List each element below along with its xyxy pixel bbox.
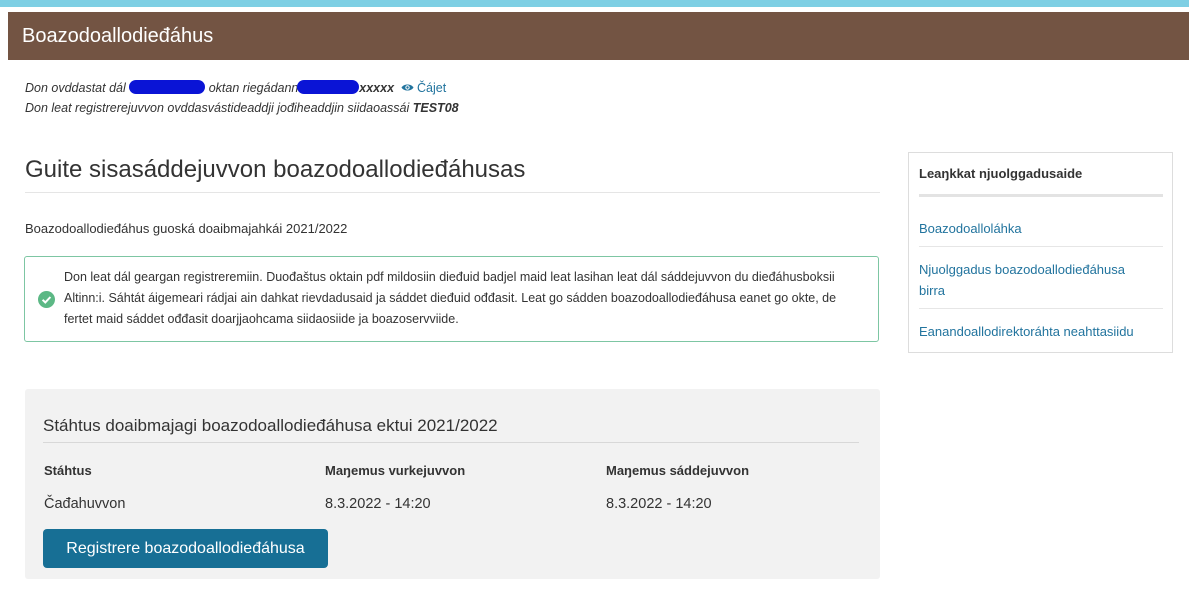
show-link[interactable]: Čájet bbox=[417, 81, 446, 95]
redacted-name bbox=[129, 80, 206, 94]
last-saved-header: Maŋemus vurkejuvvon bbox=[325, 463, 466, 478]
page-title: Guite sisasáddejuvvon boazodoallodieđáhu… bbox=[25, 156, 880, 193]
eye-icon[interactable] bbox=[401, 83, 414, 92]
registration-prefix: Don leat registrerejuvvon ovddasvástidea… bbox=[25, 101, 410, 115]
masked-id: xxxxx bbox=[359, 81, 395, 95]
page-header: Boazodoallodieđáhus bbox=[8, 12, 1189, 60]
status-header: Stáhtus bbox=[44, 463, 92, 478]
siida-code: TEST08 bbox=[412, 101, 459, 115]
links-sidebar: Leaŋkkat njuolggadusaide Boazodoalloláhk… bbox=[908, 152, 1173, 353]
registration-info: Don leat registrerejuvvon ovddasvástidea… bbox=[25, 101, 459, 115]
last-saved-value: 8.3.2022 - 14:20 bbox=[325, 496, 431, 512]
sidebar-divider bbox=[919, 246, 1163, 247]
redacted-id bbox=[297, 80, 360, 94]
success-notice: Don leat dál geargan registreremiin. Duo… bbox=[24, 256, 879, 342]
status-title: Stáhtus doaibmajagi boazodoallodieđáhusa… bbox=[43, 416, 859, 443]
status-panel: Stáhtus doaibmajagi boazodoallodieđáhusa… bbox=[25, 389, 880, 579]
last-sent-value: 8.3.2022 - 14:20 bbox=[606, 496, 712, 512]
notice-text: Don leat dál geargan registreremiin. Duo… bbox=[64, 270, 837, 326]
top-accent-bar bbox=[0, 0, 1189, 7]
register-button[interactable]: Registrere boazodoallodieđáhusa bbox=[43, 529, 328, 568]
sidebar-link-reindeer-act[interactable]: Boazodoalloláhka bbox=[919, 218, 1153, 239]
period-text: Boazodoallodieđáhus guoská doaibmajahkái… bbox=[25, 221, 348, 236]
sidebar-link-directorate[interactable]: Eanandoallodirektoráhta neahttasiidu bbox=[919, 321, 1153, 342]
page-header-title: Boazodoallodieđáhus bbox=[22, 25, 214, 47]
check-circle-icon bbox=[38, 291, 55, 308]
status-value: Čađahuvvon bbox=[44, 496, 126, 512]
representation-info: Don ovddastat dál oktan riegádannummárii… bbox=[25, 80, 446, 95]
last-sent-header: Maŋemus sáddejuvvon bbox=[606, 463, 750, 478]
sidebar-divider bbox=[919, 308, 1163, 309]
sidebar-title: Leaŋkkat njuolggadusaide bbox=[919, 166, 1163, 197]
sidebar-link-regulation[interactable]: Njuolggadus boazodoallodieđáhusa birra bbox=[919, 259, 1153, 301]
represent-prefix: Don ovddastat dál bbox=[25, 81, 126, 95]
